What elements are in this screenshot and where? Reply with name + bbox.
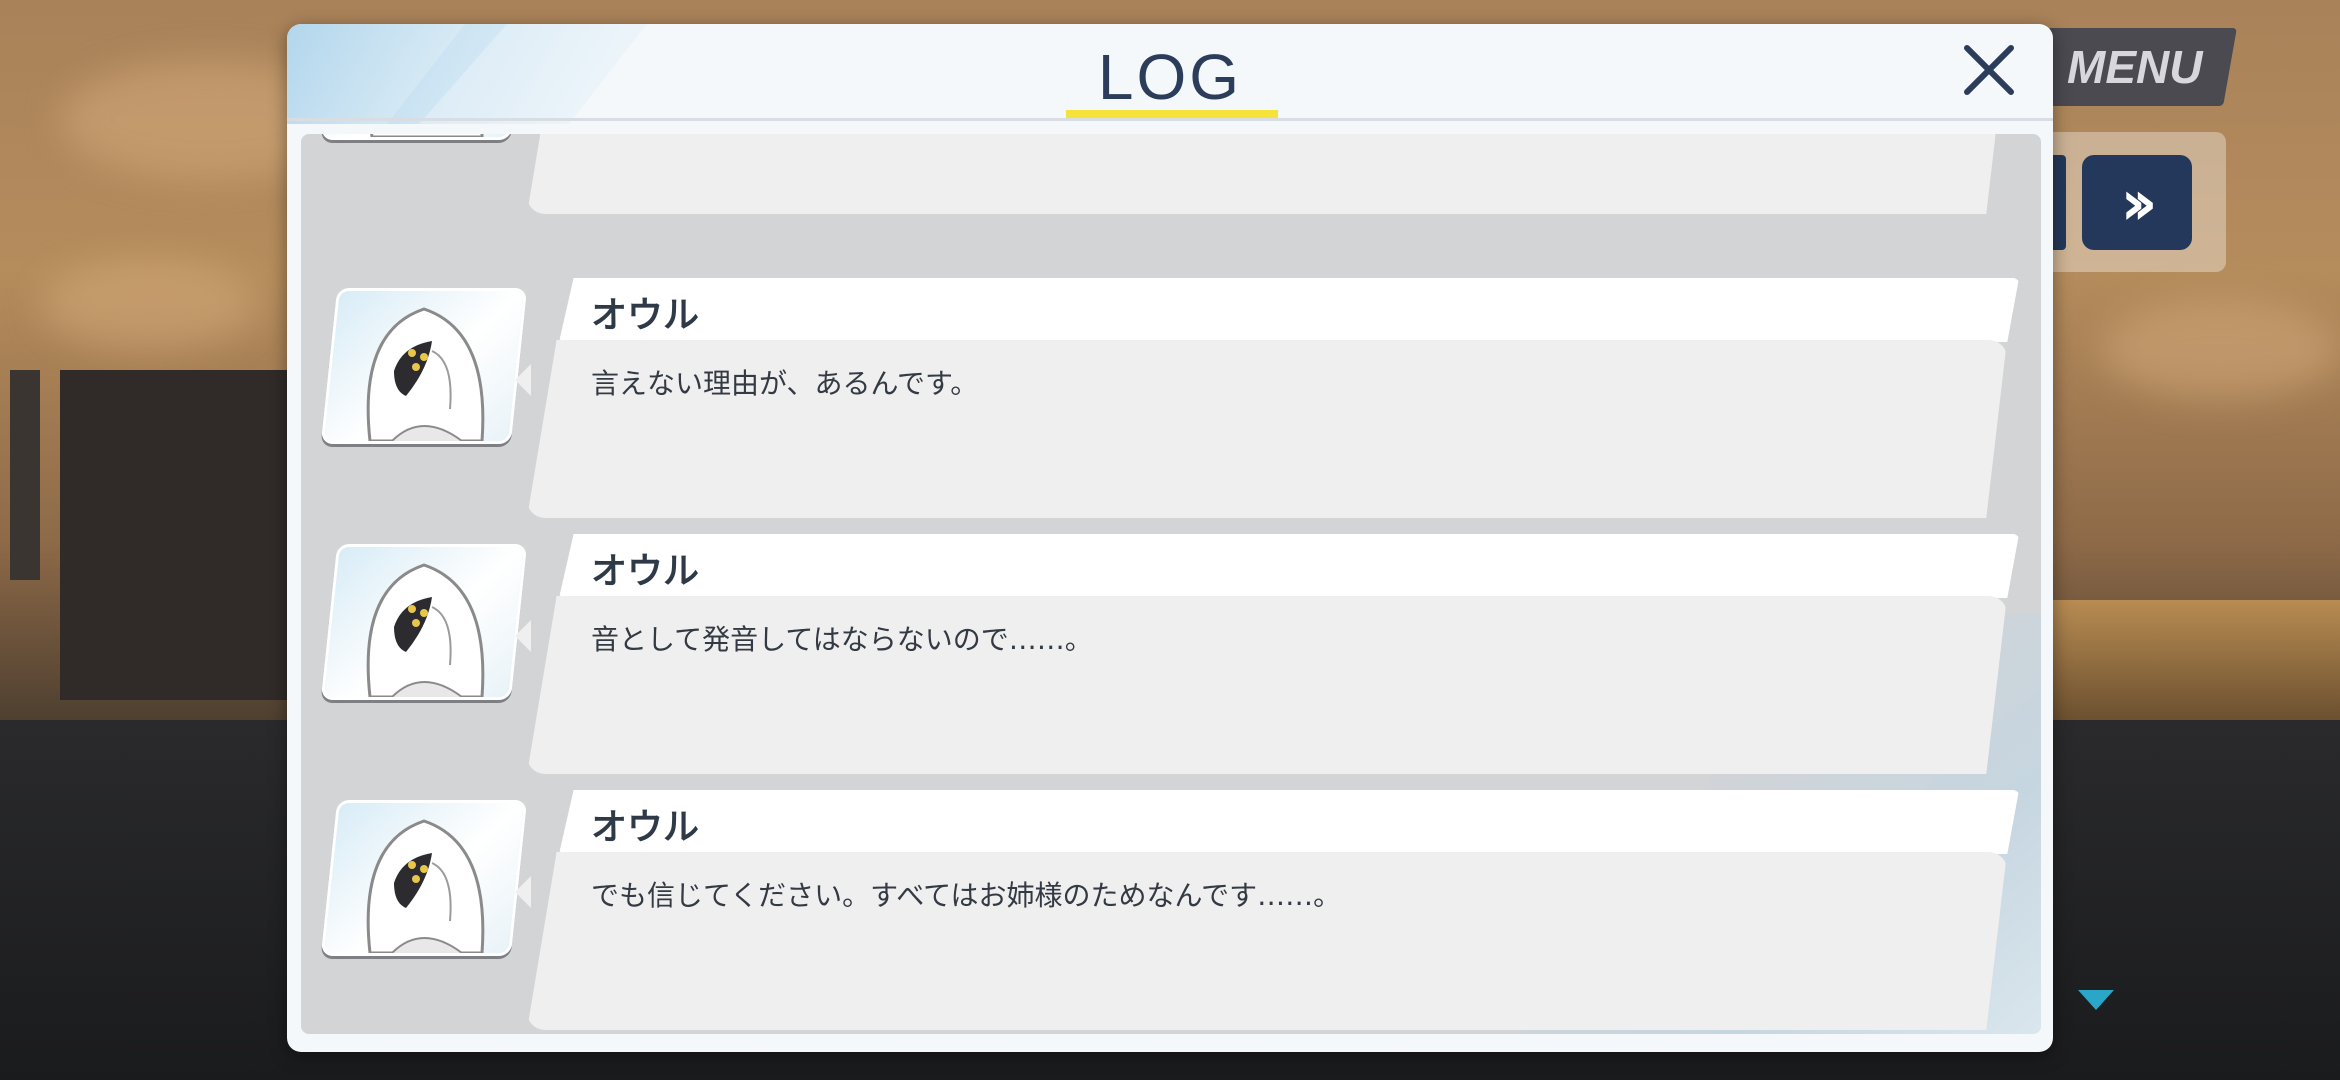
- dialogue-text: でも信じてください。すべてはお姉様のためなんです……。: [591, 879, 1342, 912]
- character-portrait: [320, 800, 528, 956]
- character-portrait: [320, 288, 528, 444]
- log-title: LOG: [1097, 41, 1243, 113]
- speaker-label-bg: [559, 278, 2019, 342]
- speaker-name: オウル: [591, 807, 700, 848]
- log-dialog: LOG オウル 言えない理由が、あるんです。 オウル 音として発音してはならない…: [287, 24, 2053, 1052]
- log-header: LOG: [287, 24, 2053, 121]
- triangle-down-icon: [2078, 990, 2114, 1010]
- speaker-name: オウル: [591, 295, 700, 336]
- character-portrait: [320, 544, 528, 700]
- speaker-name: オウル: [591, 551, 700, 592]
- log-entry: オウル 言えない理由が、あるんです。: [301, 278, 2041, 518]
- fast-forward-icon: ››: [2120, 166, 2157, 239]
- log-entry: オウル 音として発音してはならないので……。: [301, 534, 2041, 774]
- log-entry: [301, 134, 2041, 214]
- speaker-label-bg: [559, 790, 2019, 854]
- log-list[interactable]: オウル 言えない理由が、あるんです。 オウル 音として発音してはならないので………: [301, 134, 2041, 1034]
- close-button[interactable]: [1957, 38, 2021, 102]
- dialogue-text: 言えない理由が、あるんです。: [591, 367, 979, 400]
- menu-button[interactable]: MENU: [2033, 28, 2237, 106]
- close-icon: [1964, 45, 2014, 95]
- character-portrait: [320, 134, 528, 140]
- title-underline: [1066, 110, 1278, 118]
- log-entry: オウル でも信じてください。すべてはお姉様のためなんです……。: [301, 790, 2041, 1030]
- fast-forward-button[interactable]: ››: [2082, 155, 2192, 250]
- dialogue-text: 音として発音してはならないので……。: [591, 623, 1093, 656]
- speaker-label-bg: [559, 534, 2019, 598]
